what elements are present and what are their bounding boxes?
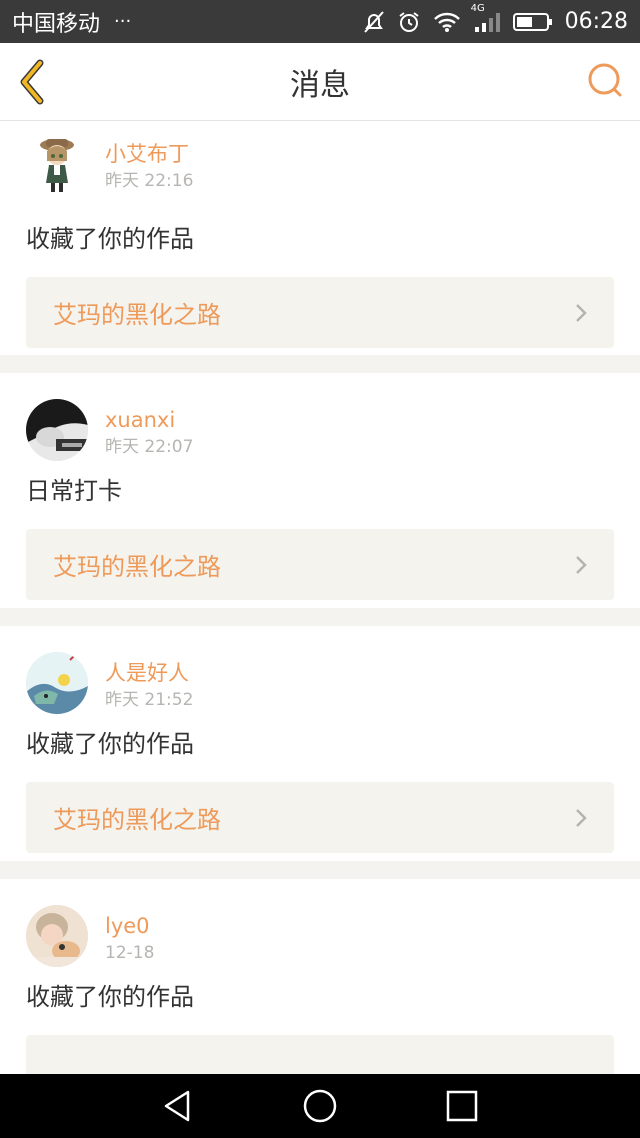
work-title: 艾玛的黑化之路 <box>53 806 221 834</box>
search-icon <box>588 63 622 97</box>
work-title: 艾玛的黑化之路 <box>53 553 221 581</box>
back-button[interactable] <box>14 57 54 107</box>
message-screen: 中国移动 ··· 4G 06:28 消息 小艾布丁 昨天 22:16 收藏了你的… <box>0 0 640 1138</box>
user-avatar[interactable] <box>26 399 88 461</box>
action-text: 日常打卡 <box>26 477 122 505</box>
chevron-right-icon <box>576 303 587 322</box>
action-text: 收藏了你的作品 <box>26 983 194 1011</box>
message-card: lye0 12-18 收藏了你的作品 <box>0 879 640 1074</box>
chevron-right-icon <box>576 555 587 574</box>
search-button[interactable] <box>586 61 626 101</box>
clock: 06:28 <box>564 9 628 34</box>
timestamp: 昨天 22:07 <box>105 437 194 457</box>
nav-bar: 消息 <box>0 43 640 121</box>
user-avatar[interactable] <box>26 133 88 195</box>
action-text: 收藏了你的作品 <box>26 730 194 758</box>
user-avatar[interactable] <box>26 652 88 714</box>
action-text: 收藏了你的作品 <box>26 225 194 253</box>
work-link[interactable]: 艾玛的黑化之路 <box>26 782 614 853</box>
home-circle-icon[interactable] <box>302 1088 338 1124</box>
back-triangle-icon[interactable] <box>160 1088 196 1124</box>
work-link[interactable]: 艾玛的黑化之路 <box>26 529 614 600</box>
wifi-icon <box>433 11 461 33</box>
more-dots: ··· <box>114 11 132 32</box>
user-avatar[interactable] <box>26 905 88 967</box>
page-title: 消息 <box>290 67 350 103</box>
message-list: 小艾布丁 昨天 22:16 收藏了你的作品 艾玛的黑化之路 xuanxi 昨天 … <box>0 121 640 1074</box>
username[interactable]: 人是好人 <box>105 660 193 686</box>
timestamp: 昨天 22:16 <box>105 171 194 191</box>
chevron-right-icon <box>576 808 587 827</box>
signal-icon: 4G <box>471 3 501 33</box>
work-link[interactable]: 艾玛的黑化之路 <box>26 277 614 348</box>
timestamp: 12-18 <box>105 943 155 963</box>
message-card: 小艾布丁 昨天 22:16 收藏了你的作品 艾玛的黑化之路 <box>0 121 640 355</box>
system-nav-bar <box>0 1074 640 1138</box>
message-card: 人是好人 昨天 21:52 收藏了你的作品 艾玛的黑化之路 <box>0 626 640 861</box>
timestamp: 昨天 21:52 <box>105 690 194 710</box>
back-chevron-icon <box>20 59 44 105</box>
work-title: 艾玛的黑化之路 <box>53 301 221 329</box>
status-bar: 中国移动 ··· 4G 06:28 <box>0 0 640 43</box>
username[interactable]: 小艾布丁 <box>105 141 193 167</box>
battery-icon <box>512 12 553 32</box>
work-link[interactable] <box>26 1035 614 1074</box>
carrier-name: 中国移动 <box>12 11 101 37</box>
username[interactable]: lye0 <box>105 913 154 939</box>
recent-square-icon[interactable] <box>444 1088 480 1124</box>
alarm-icon <box>397 10 421 34</box>
username[interactable]: xuanxi <box>105 407 193 433</box>
mute-icon <box>363 10 385 34</box>
network-type: 4G <box>470 2 485 14</box>
message-card: xuanxi 昨天 22:07 日常打卡 艾玛的黑化之路 <box>0 373 640 608</box>
